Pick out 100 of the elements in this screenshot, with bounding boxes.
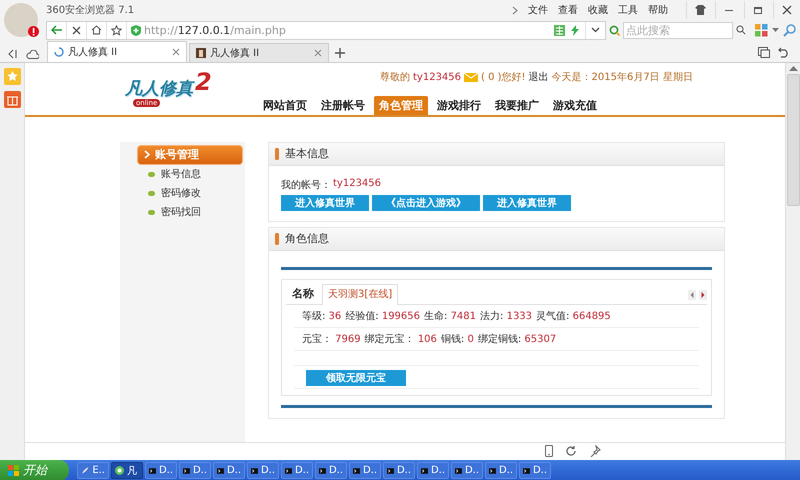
logout-link[interactable]: 退出 <box>528 70 549 84</box>
nav-tab[interactable]: 游戏排行 <box>432 96 486 115</box>
sidebar-link[interactable]: 密码修改 <box>161 186 201 200</box>
apps-grid-icon[interactable] <box>755 24 768 36</box>
new-tab-icon[interactable] <box>335 48 345 58</box>
windows-logo-icon <box>8 465 19 476</box>
next-arrow-icon[interactable] <box>699 290 707 300</box>
chevron-right-icon[interactable] <box>512 6 518 14</box>
close-icon[interactable] <box>172 48 180 56</box>
enter-game-button[interactable]: 《点击进入游戏》 <box>372 194 480 211</box>
stat-text: 灵气值: 664895 <box>536 310 611 323</box>
nav-tab[interactable]: 游戏充值 <box>548 96 602 115</box>
console-icon <box>319 466 326 474</box>
menu-item[interactable]: 收藏 <box>588 3 608 17</box>
stop-icon[interactable] <box>72 26 81 34</box>
prev-arrow-icon[interactable] <box>688 290 696 300</box>
taskbar-button[interactable]: E.. <box>77 462 109 479</box>
console-icon <box>387 466 394 474</box>
scrollbar-thumb[interactable] <box>786 74 800 206</box>
search-icon[interactable] <box>736 25 746 35</box>
menu-item[interactable]: 帮助 <box>648 3 668 17</box>
account-value: ty123456 <box>333 178 382 191</box>
pin-icon[interactable] <box>589 445 601 458</box>
stat-text: 法力: 1333 <box>480 310 532 323</box>
enter-game-button[interactable]: 进入修真世界 <box>483 194 571 211</box>
taskbar-button[interactable]: D.. <box>145 462 177 479</box>
app-circle-icon <box>115 466 124 475</box>
back-arrow-icon[interactable] <box>51 25 62 35</box>
browser-tab[interactable]: 凡人修真 II <box>47 41 187 62</box>
gift-icon[interactable] <box>4 91 20 108</box>
stat-text: 生命: 7481 <box>424 310 476 323</box>
taskbar-button[interactable]: D.. <box>349 462 381 479</box>
avatar-placeholder[interactable] <box>4 3 38 37</box>
window-title: 360安全浏览器 7.1 <box>46 4 134 17</box>
greeting-text: 尊敬的 <box>380 70 410 84</box>
name-label: 名称 <box>292 286 314 302</box>
taskbar-button[interactable]: D.. <box>485 462 517 479</box>
taskbar-button[interactable]: D.. <box>451 462 483 479</box>
panel-title: 基本信息 <box>285 146 329 162</box>
console-icon <box>523 466 530 474</box>
phone-icon[interactable] <box>545 445 553 458</box>
search-field[interactable]: 点此搜索 <box>623 22 733 38</box>
chevron-right-icon <box>144 150 150 160</box>
nav-tab[interactable]: 注册帐号 <box>316 96 370 115</box>
address-bar[interactable]: http://127.0.0.1/main.php <box>46 20 606 40</box>
taskbar-button[interactable]: D.. <box>281 462 313 479</box>
console-icon <box>455 466 462 474</box>
dropdown-caret-icon[interactable] <box>772 28 779 32</box>
restore-icon[interactable] <box>753 5 763 15</box>
close-icon[interactable] <box>314 49 322 57</box>
star-outline-icon[interactable] <box>111 24 122 36</box>
undo-icon[interactable] <box>778 47 790 58</box>
browser-tab[interactable]: 凡人修真 II <box>189 43 329 62</box>
sidebar-link[interactable]: 密码找回 <box>161 205 201 220</box>
menu-item[interactable]: 文件 <box>528 3 548 17</box>
taskbar-button[interactable]: D.. <box>247 462 279 479</box>
taskbar-button[interactable]: D.. <box>519 462 551 479</box>
taskbar-button[interactable]: D.. <box>417 462 449 479</box>
claim-button[interactable]: 领取无限元宝 <box>306 370 406 386</box>
alert-badge-icon <box>28 26 39 37</box>
taskbar-button[interactable]: D.. <box>383 462 415 479</box>
close-icon[interactable] <box>782 5 792 15</box>
stat-text: 等级: 36 <box>302 310 342 323</box>
sidebar-toggle-icon[interactable] <box>8 49 18 59</box>
taskbar-button[interactable]: D.. <box>213 462 245 479</box>
taskbar-button[interactable]: 凡 <box>111 462 143 479</box>
cloud-icon[interactable] <box>26 50 39 58</box>
console-icon <box>217 466 224 474</box>
menu-item[interactable]: 查看 <box>558 3 578 17</box>
stat-text: 铜钱: 0 <box>440 332 474 346</box>
dropdown-caret-icon[interactable] <box>591 27 600 33</box>
taskbar-button[interactable]: D.. <box>315 462 347 479</box>
bar-icon <box>275 148 279 160</box>
home-icon[interactable] <box>91 25 102 35</box>
console-icon <box>421 466 428 474</box>
nav-tab[interactable]: 网站首页 <box>258 96 312 115</box>
scroll-up-icon[interactable] <box>788 65 798 71</box>
refresh-icon[interactable] <box>565 445 577 458</box>
taskbar-button[interactable]: D.. <box>179 462 211 479</box>
username-text: ty123456 <box>413 72 462 82</box>
nav-tab[interactable]: 我要推广 <box>490 96 544 115</box>
zoom-icon[interactable] <box>783 24 796 36</box>
nav-tab[interactable]: 角色管理 <box>374 96 428 115</box>
panel-title: 角色信息 <box>285 231 329 246</box>
console-icon <box>251 466 258 474</box>
menu-item[interactable]: 工具 <box>618 3 638 17</box>
feather-icon <box>81 466 90 475</box>
lightning-icon[interactable] <box>571 24 579 36</box>
console-icon <box>149 466 156 474</box>
start-button[interactable]: 开始 <box>0 460 69 480</box>
sidebar-link[interactable]: 账号信息 <box>161 167 201 182</box>
bullet-icon <box>148 190 155 196</box>
loading-spinner-icon <box>54 47 64 57</box>
console-icon <box>285 466 292 474</box>
tab-list-icon[interactable] <box>758 47 770 58</box>
shirt-icon[interactable] <box>694 5 706 15</box>
enter-game-button[interactable]: 进入修真世界 <box>281 194 369 211</box>
menu-heading[interactable]: 账号管理 <box>137 144 243 165</box>
character-tab[interactable]: 天羽测3[在线] <box>322 284 398 305</box>
bar-icon <box>275 232 279 245</box>
